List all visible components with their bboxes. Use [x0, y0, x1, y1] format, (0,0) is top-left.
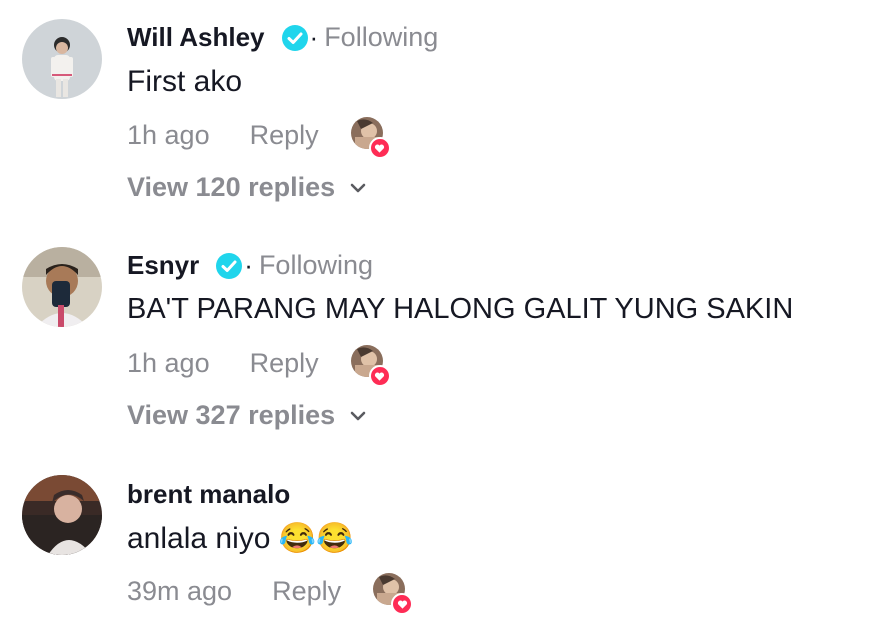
avatar[interactable]	[22, 19, 102, 99]
comment-header: brent manalo	[127, 479, 290, 510]
reply-button[interactable]: Reply	[250, 348, 319, 379]
timestamp: 39m ago	[127, 575, 233, 606]
comment-meta: 1h ago Reply	[127, 345, 391, 387]
creator-heart-icon	[368, 137, 391, 159]
comment-text: anlala niyo 😂😂	[127, 522, 354, 555]
creator-liked-badge	[350, 345, 391, 387]
view-replies-button[interactable]: View 327 replies	[127, 400, 367, 431]
comment-header: Esnyr · Following	[127, 250, 373, 281]
reply-button[interactable]: Reply	[272, 576, 341, 607]
creator-liked-badge	[373, 573, 414, 615]
comment-text: First ako	[127, 65, 243, 98]
timestamp: 1h ago	[127, 347, 210, 378]
creator-heart-icon	[368, 365, 391, 387]
chevron-down-icon	[349, 179, 367, 197]
verified-check-icon	[215, 252, 243, 280]
verified-check-icon	[281, 24, 309, 52]
view-replies-label: View 327 replies	[127, 400, 336, 430]
following-label: Following	[258, 250, 373, 280]
username[interactable]: brent manalo	[127, 479, 290, 510]
comment-meta: 39m ago Reply	[127, 573, 414, 615]
view-replies-button[interactable]: View 120 replies	[127, 172, 367, 203]
separator-dot: ·	[244, 250, 253, 280]
comment-text: BA'T PARANG MAY HALONG GALIT YUNG SAKIN	[127, 293, 794, 325]
avatar[interactable]	[22, 475, 102, 555]
username[interactable]: Esnyr	[127, 250, 199, 281]
reply-button[interactable]: Reply	[250, 120, 319, 151]
following-label: Following	[324, 22, 439, 52]
comment-meta: 1h ago Reply	[127, 117, 391, 159]
timestamp: 1h ago	[127, 119, 210, 150]
avatar[interactable]	[22, 247, 102, 327]
separator-dot: ·	[309, 22, 319, 52]
comment-header: Will Ashley · Following	[127, 22, 438, 53]
username[interactable]: Will Ashley	[127, 22, 265, 53]
creator-liked-badge	[350, 117, 391, 159]
creator-heart-icon	[391, 593, 414, 615]
chevron-down-icon	[349, 407, 367, 425]
view-replies-label: View 120 replies	[127, 172, 336, 202]
